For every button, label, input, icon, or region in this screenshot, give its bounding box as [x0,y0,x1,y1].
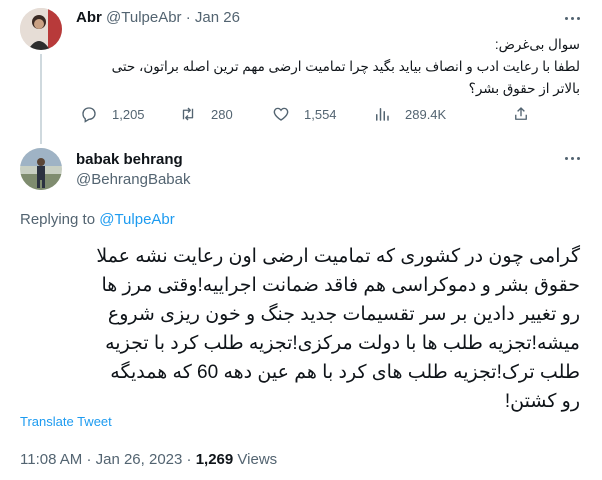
avatar-babak-image [20,148,62,190]
replying-prefix: Replying to [20,211,96,228]
retweet-icon [182,107,194,121]
avatar-babak[interactable] [20,148,62,190]
main-text-line: طلب ترک!تجزیه طلب های کرد با هم عین دهه … [110,362,580,383]
tweet-time[interactable]: 11:08 AM [20,451,82,468]
quoted-author-name[interactable]: Abr [76,9,102,26]
quoted-text-line: بالاتر از حقوق بشر؟ [468,81,580,96]
quoted-separator: · [185,9,191,26]
main-author-handle[interactable]: @BehrangBabak [76,171,190,188]
quoted-text-line: سوال بی‌غرض: [494,37,580,52]
views-button[interactable]: 289.4K [373,104,446,124]
main-tweet-text: گرامی چون در کشوری که تمامیت ارضی اون رع… [14,242,580,416]
heart-icon [273,107,289,121]
tweet-views-label: Views [237,451,278,468]
reply-button[interactable]: 1,205 [80,104,145,124]
main-text-line: گرامی چون در کشوری که تمامیت ارضی اون رع… [96,246,580,267]
meta-separator: · [86,451,92,468]
like-button[interactable]: 1,554 [272,104,337,124]
avatar-abr-image [20,8,62,50]
quoted-date[interactable]: Jan 26 [195,9,240,26]
main-text-line: رو تغییر دادین بر سر تقسیمات جدید جنگ و … [107,304,580,325]
replying-to: Replying to @TulpeAbr [20,211,175,228]
like-count: 1,554 [304,106,337,122]
replying-to-link[interactable]: @TulpeAbr [99,211,175,228]
main-author-name[interactable]: babak behrang [76,151,183,168]
main-text-line: میشه!تجزیه طلب ها با دولت مرکزی!تجزیه طل… [105,333,580,354]
share-icon [515,107,527,120]
views-icon [376,108,389,121]
views-count: 289.4K [405,106,447,122]
main-more-icon[interactable] [562,148,582,168]
retweet-count: 280 [211,106,233,122]
reply-count: 1,205 [112,106,145,122]
thread-line [40,54,42,144]
reply-icon [82,107,96,123]
quoted-tweet-text: سوال بی‌غرض: لطفا با رعایت ادب و انصاف ب… [76,34,580,100]
meta-separator: · [186,451,192,468]
main-text-line: رو کشتن! [504,391,580,412]
quoted-tweet-header: Abr @TulpeAbr · Jan 26 [76,9,240,26]
retweet-button[interactable]: 280 [179,104,233,124]
tweet-date[interactable]: Jan 26, 2023 [96,451,183,468]
quoted-more-icon[interactable] [562,8,582,28]
main-text-line: حقوق بشر و دموکراسی هم فاقد ضمانت اجرایی… [101,275,580,296]
tweet-meta: 11:08 AM · Jan 26, 2023 · 1,269 Views [20,451,277,468]
tweet-views-count: 1,269 [195,451,234,468]
translate-tweet-link[interactable]: Translate Tweet [20,414,112,429]
quoted-text-line: لطفا با رعایت ادب و انصاف بیاید بگید چرا… [111,59,580,74]
share-button[interactable] [512,104,530,124]
avatar-abr[interactable] [20,8,62,50]
quoted-author-handle[interactable]: @TulpeAbr [106,9,182,26]
